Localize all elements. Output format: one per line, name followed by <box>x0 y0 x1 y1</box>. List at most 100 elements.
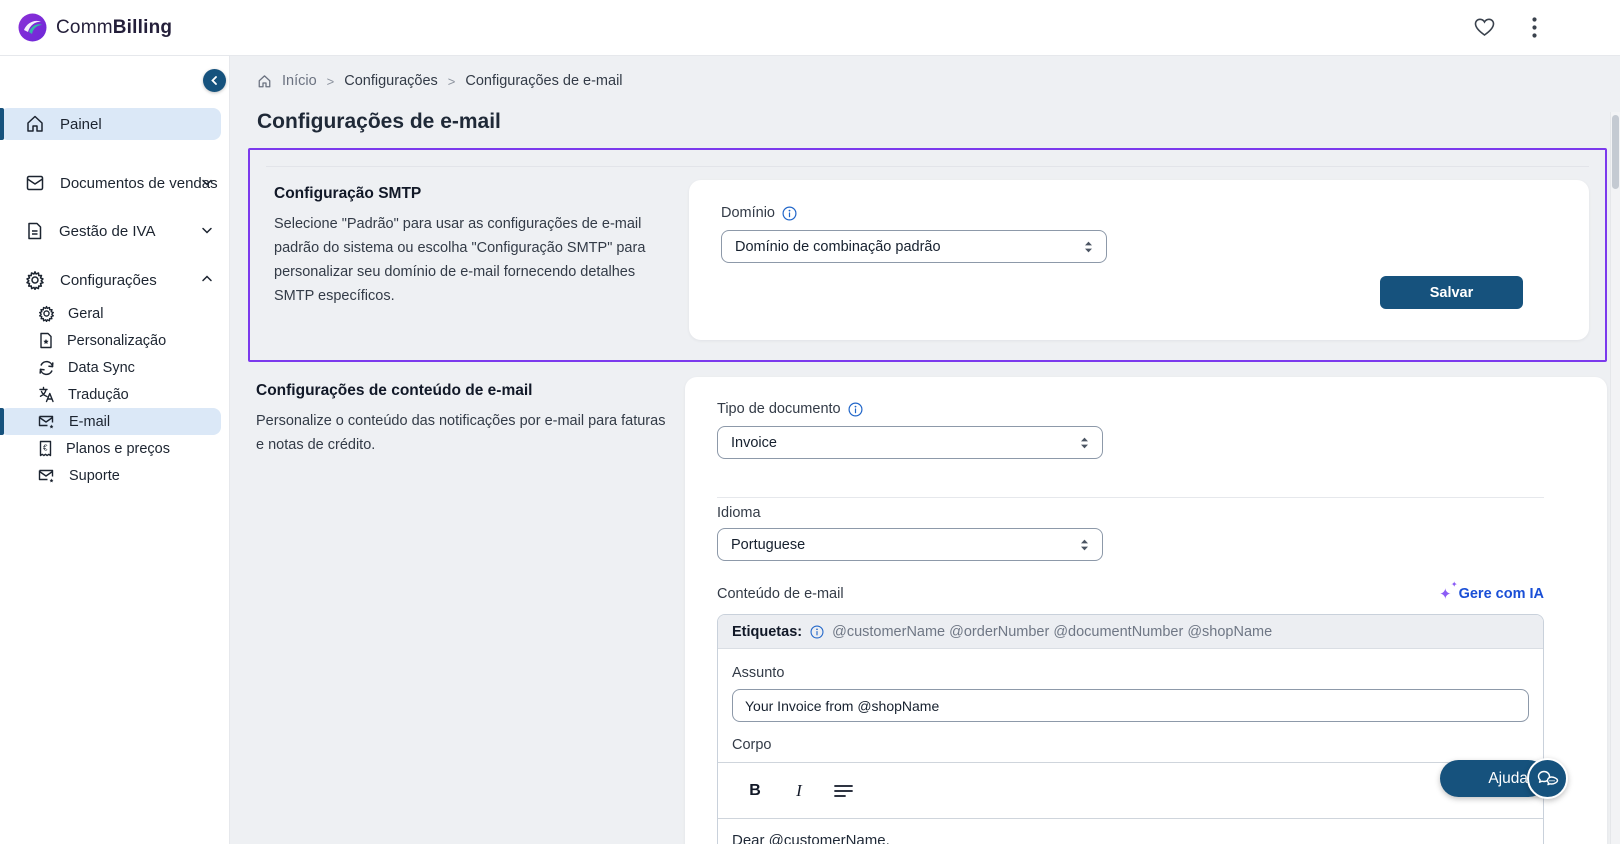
sales-documents-icon <box>25 173 45 193</box>
email-content-label: Conteúdo de e-mail <box>717 586 844 602</box>
brand-name: CommBilling <box>56 16 173 38</box>
info-icon[interactable] <box>848 401 863 417</box>
bold-button[interactable]: B <box>745 781 765 801</box>
sidebar-item-traducao[interactable]: Tradução <box>0 381 221 408</box>
home-icon <box>25 114 45 134</box>
sync-icon <box>38 360 55 376</box>
select-arrows-icon <box>1083 240 1094 254</box>
mail-gear-icon <box>38 414 56 430</box>
sidebar-item-gestao-de-iva[interactable]: Gestão de IVA <box>0 215 221 247</box>
tags-values: @customerName @orderNumber @documentNumb… <box>832 623 1273 640</box>
breadcrumb-configuracoes[interactable]: Configurações <box>344 73 438 89</box>
mail-gear-icon <box>38 468 56 484</box>
domain-label: Domínio <box>721 205 775 221</box>
divider <box>266 166 1589 167</box>
sidebar-item-label: Geral <box>68 305 104 322</box>
smtp-card: Domínio Domínio de combinação padrão Sal… <box>689 180 1589 340</box>
language-label: Idioma <box>717 505 761 521</box>
sidebar-item-label: Configurações <box>60 271 157 289</box>
active-indicator <box>0 408 4 435</box>
sidebar-item-label: Tradução <box>68 386 129 403</box>
page-title: Configurações de e-mail <box>257 110 501 133</box>
file-gear-icon <box>38 332 54 349</box>
breadcrumb-inicio[interactable]: Início <box>282 73 317 89</box>
editor-toolbar: B I <box>718 762 1543 819</box>
gear-icon <box>25 270 45 290</box>
heart-icon[interactable] <box>1472 16 1496 40</box>
gear-icon <box>38 305 55 322</box>
info-icon[interactable] <box>782 205 797 221</box>
kebab-menu-icon[interactable] <box>1522 16 1546 40</box>
italic-button[interactable]: I <box>789 781 809 801</box>
sidebar-item-data-sync[interactable]: Data Sync <box>0 354 221 381</box>
generate-with-ai-button[interactable]: ✦ ✦ Gere com IA <box>1439 579 1544 603</box>
smtp-section-description: Selecione "Padrão" para usar as configur… <box>274 216 646 304</box>
info-icon[interactable] <box>810 624 824 639</box>
active-indicator <box>0 108 4 140</box>
generate-with-ai-label: Gere com IA <box>1458 586 1544 602</box>
sidebar-item-personalizacao[interactable]: Personalização <box>0 327 221 354</box>
save-button[interactable]: Salvar <box>1380 276 1523 309</box>
breadcrumb-separator: > <box>447 73 456 89</box>
select-arrows-icon <box>1079 538 1090 552</box>
subject-label: Assunto <box>732 665 785 681</box>
translate-icon <box>38 386 55 403</box>
vertical-scrollbar[interactable] <box>1610 112 1620 844</box>
subject-input[interactable] <box>732 689 1529 722</box>
email-content-section: Configurações de conteúdo de e-mail Pers… <box>248 377 1607 844</box>
sidebar-collapse-button[interactable] <box>203 69 226 92</box>
sidebar-item-documentos-de-vendas[interactable]: Documentos de vendas <box>0 167 221 199</box>
sidebar-item-label: Gestão de IVA <box>59 222 156 240</box>
sidebar-item-label: Painel <box>60 115 102 133</box>
brand-logo[interactable]: CommBilling <box>0 13 172 42</box>
sidebar-item-suporte[interactable]: Suporte <box>0 462 221 489</box>
chevron-down-icon <box>201 176 213 188</box>
language-select[interactable]: Portuguese <box>717 528 1103 561</box>
domain-select[interactable]: Domínio de combinação padrão <box>721 230 1107 263</box>
sidebar-item-planos-e-precos[interactable]: € Planos e preços <box>0 435 221 462</box>
breadcrumb-current: Configurações de e-mail <box>465 73 623 89</box>
sidebar-item-painel[interactable]: Painel <box>0 108 221 140</box>
email-editor: Etiquetas: @customerName @orderNumber @d… <box>717 614 1544 844</box>
divider <box>717 497 1544 498</box>
tags-label: Etiquetas: <box>732 623 803 640</box>
vat-document-icon <box>25 221 44 241</box>
main-content: Início > Configurações > Configurações d… <box>230 56 1620 844</box>
domain-select-value: Domínio de combinação padrão <box>735 238 941 255</box>
sidebar-item-label: Planos e preços <box>66 440 170 457</box>
sidebar-item-label: E-mail <box>69 413 111 430</box>
chat-bubbles-icon[interactable] <box>1527 758 1568 799</box>
receipt-euro-icon: € <box>38 440 53 457</box>
sidebar-item-email[interactable]: E-mail <box>0 408 221 435</box>
email-body-text[interactable]: Dear @customerName, <box>718 819 1543 844</box>
brand-logo-icon <box>18 13 47 42</box>
sidebar-item-geral[interactable]: Geral <box>0 300 221 327</box>
breadcrumb-separator: > <box>326 73 335 89</box>
home-icon <box>257 74 272 89</box>
content-section-title: Configurações de conteúdo de e-mail <box>256 382 533 399</box>
content-section-description: Personalize o conteúdo das notificações … <box>256 413 666 453</box>
smtp-section-title: Configuração SMTP <box>274 185 422 202</box>
sidebar-subnav-configuracoes: Geral Personalização Data Sync Tradução … <box>0 300 229 489</box>
scrollbar-thumb[interactable] <box>1612 115 1619 189</box>
sidebar: Painel Documentos de vendas Gestão de IV… <box>0 56 230 844</box>
tags-bar: Etiquetas: @customerName @orderNumber @d… <box>718 615 1543 649</box>
sidebar-item-configuracoes[interactable]: Configurações <box>0 264 221 296</box>
sidebar-item-label: Documentos de vendas <box>60 174 218 192</box>
smtp-highlight-box: Configuração SMTP Selecione "Padrão" par… <box>248 148 1607 362</box>
svg-text:€: € <box>43 444 48 453</box>
breadcrumb: Início > Configurações > Configurações d… <box>230 56 1620 89</box>
sidebar-item-label: Personalização <box>67 332 167 349</box>
align-left-icon[interactable] <box>833 781 853 801</box>
select-arrows-icon <box>1079 436 1090 450</box>
sidebar-nav: Painel Documentos de vendas Gestão de IV… <box>0 108 229 489</box>
language-select-value: Portuguese <box>731 536 806 553</box>
top-bar: CommBilling <box>0 0 1620 56</box>
chevron-down-icon <box>201 224 213 236</box>
body-label: Corpo <box>732 737 772 753</box>
sidebar-item-label: Suporte <box>69 467 120 484</box>
sidebar-item-label: Data Sync <box>68 359 135 376</box>
chevron-up-icon <box>201 273 213 285</box>
document-type-select[interactable]: Invoice <box>717 426 1103 459</box>
sparkles-icon: ✦ ✦ <box>1439 579 1458 603</box>
